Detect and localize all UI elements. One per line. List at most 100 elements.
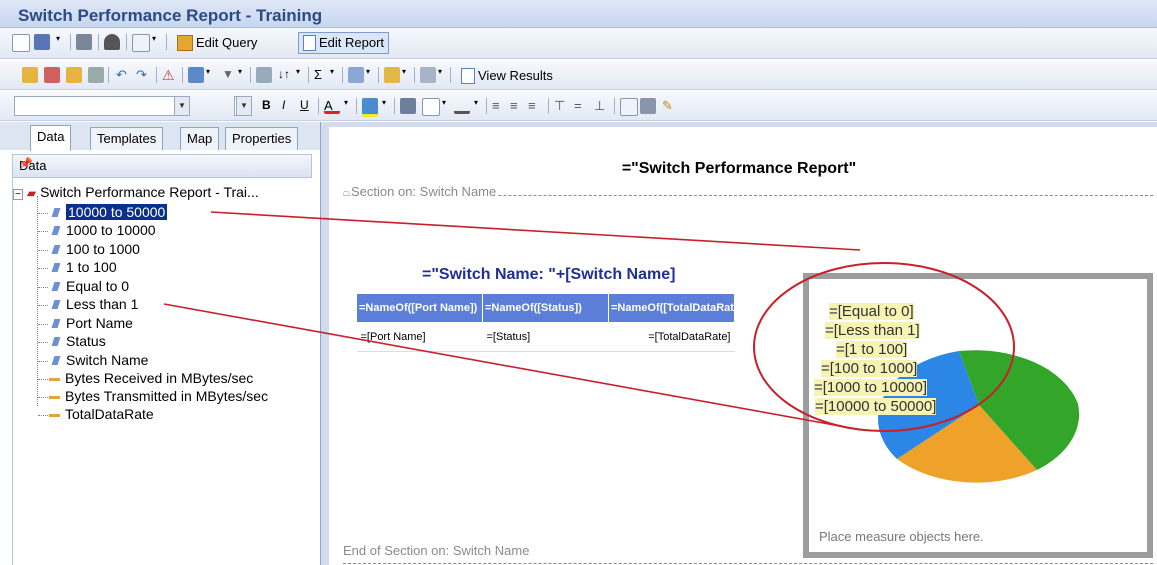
dropdown-arrow-icon[interactable]: ▾ bbox=[366, 67, 374, 83]
table-body-cell[interactable]: =[Port Name] bbox=[356, 322, 483, 352]
break-icon[interactable] bbox=[188, 67, 204, 83]
format-painter-icon[interactable] bbox=[88, 67, 104, 83]
edit-report-button[interactable]: Edit Report bbox=[298, 32, 390, 54]
tree-item-switch-name[interactable]: Switch Name bbox=[51, 352, 148, 369]
font-size-combo[interactable]: ▼ bbox=[234, 96, 252, 116]
grid-icon[interactable] bbox=[422, 98, 440, 116]
new-document-icon[interactable] bbox=[12, 34, 30, 52]
table-body-cell[interactable]: =[Status] bbox=[482, 322, 609, 352]
filter-icon[interactable]: ▼ bbox=[222, 67, 238, 83]
tree-item-less-than-1[interactable]: Less than 1 bbox=[51, 296, 138, 313]
tree-item-10000-to-50000[interactable]: 10000 to 50000 bbox=[51, 204, 168, 221]
table-body-cell[interactable]: =[TotalDataRate] bbox=[608, 322, 735, 352]
align-left-icon[interactable]: ≡ bbox=[492, 98, 508, 114]
dropdown-arrow-icon[interactable]: ▾ bbox=[152, 34, 160, 50]
align-top-icon[interactable]: ⊤ bbox=[554, 98, 570, 114]
data-panel-header: Data 📌 bbox=[12, 154, 312, 178]
dropdown-arrow-icon[interactable]: ▾ bbox=[238, 67, 246, 83]
insert-column-icon[interactable] bbox=[348, 67, 364, 83]
dropdown-arrow-icon[interactable]: ▾ bbox=[474, 98, 482, 114]
find-icon[interactable] bbox=[104, 34, 120, 50]
dropdown-arrow-icon[interactable]: ▾ bbox=[402, 67, 410, 83]
tree-item-bytes-received[interactable]: Bytes Received in MBytes/sec bbox=[49, 370, 253, 387]
dropdown-arrow-icon[interactable]: ▾ bbox=[56, 34, 64, 50]
print-icon[interactable] bbox=[76, 34, 92, 50]
undo-icon[interactable]: ↶ bbox=[116, 67, 132, 83]
dimension-icon bbox=[51, 208, 61, 217]
layer-icon[interactable] bbox=[384, 67, 400, 83]
table-header-cell[interactable]: =NameOf([Status]) bbox=[482, 293, 609, 323]
font-color-icon[interactable]: A bbox=[324, 98, 340, 114]
align-bottom-icon[interactable]: ⊥ bbox=[594, 98, 610, 114]
tree-item-bytes-transmitted[interactable]: Bytes Transmitted in MBytes/sec bbox=[49, 388, 268, 405]
report-canvas[interactable]: ="Switch Performance Report" ⏢Section on… bbox=[329, 127, 1157, 565]
tree-item-100-to-1000[interactable]: 100 to 1000 bbox=[51, 241, 140, 258]
chart-label[interactable]: =[1 to 100] bbox=[836, 341, 908, 358]
collapse-icon[interactable]: − bbox=[13, 189, 23, 200]
pin-icon[interactable]: 📌 bbox=[19, 157, 303, 170]
sort-icon[interactable]: ↓↑ bbox=[278, 67, 294, 83]
align-right-icon[interactable]: ≡ bbox=[528, 98, 544, 114]
tab-properties[interactable]: Properties bbox=[225, 127, 299, 150]
tree-item-1-to-100[interactable]: 1 to 100 bbox=[51, 259, 117, 276]
tab-data[interactable]: Data bbox=[30, 125, 72, 151]
chart-label[interactable]: =[10000 to 50000] bbox=[815, 398, 937, 415]
redo-icon[interactable]: ↷ bbox=[136, 67, 152, 83]
insert-icon[interactable] bbox=[22, 67, 38, 83]
dropdown-arrow-icon[interactable]: ▾ bbox=[344, 98, 352, 114]
align-middle-icon[interactable]: = bbox=[574, 98, 590, 114]
tree-root[interactable]: − ▰ Switch Performance Report - Trai... bbox=[13, 184, 259, 202]
alert-icon[interactable]: ⚠ bbox=[162, 67, 178, 83]
section-icon: ⏢ bbox=[343, 188, 351, 199]
view-structure-icon[interactable] bbox=[132, 34, 150, 52]
formula-icon[interactable] bbox=[44, 67, 60, 83]
font-name-combo[interactable]: ▼ bbox=[14, 96, 190, 116]
section-start-label[interactable]: ⏢Section on: Switch Name bbox=[343, 184, 499, 199]
underline-icon[interactable]: U bbox=[300, 98, 316, 114]
measure-icon bbox=[49, 413, 60, 417]
format-brush-icon[interactable]: ✎ bbox=[662, 98, 678, 114]
chart-label[interactable]: =[Less than 1] bbox=[825, 322, 920, 339]
variable-icon[interactable] bbox=[66, 67, 82, 83]
pie-chart-frame[interactable]: =[Equal to 0] =[Less than 1] =[1 to 100]… bbox=[803, 273, 1153, 558]
tab-templates[interactable]: Templates bbox=[90, 127, 164, 150]
align-center-icon[interactable]: ≡ bbox=[510, 98, 526, 114]
tab-map[interactable]: Map bbox=[180, 127, 220, 150]
dropdown-arrow-icon[interactable]: ▾ bbox=[330, 67, 338, 83]
wrap-text-icon[interactable] bbox=[620, 98, 638, 116]
dropdown-arrow-icon[interactable]: ▾ bbox=[296, 67, 304, 83]
edit-query-button[interactable]: Edit Query bbox=[172, 32, 262, 54]
section-end-label[interactable]: End of Section on: Switch Name bbox=[343, 543, 532, 558]
table-header-cell[interactable]: =NameOf([Port Name]) bbox=[356, 293, 483, 323]
tree-item-port-name[interactable]: Port Name bbox=[51, 315, 133, 332]
view-results-button[interactable]: View Results bbox=[456, 65, 558, 87]
report-area: ="Switch Performance Report" ⏢Section on… bbox=[321, 122, 1157, 565]
background-icon[interactable] bbox=[640, 98, 656, 114]
tree-item-status[interactable]: Status bbox=[51, 333, 106, 350]
save-icon[interactable] bbox=[34, 34, 50, 50]
chart-label[interactable]: =[100 to 1000] bbox=[821, 360, 918, 377]
chart-placeholder-text: Place measure objects here. bbox=[819, 529, 984, 544]
italic-icon[interactable]: I bbox=[282, 98, 298, 114]
chart-label[interactable]: =[Equal to 0] bbox=[829, 303, 914, 320]
fill-color-icon[interactable] bbox=[362, 98, 378, 117]
bold-icon[interactable]: B bbox=[262, 98, 278, 114]
left-panel: Data Templates Map Properties Data 📌 − ▰ S… bbox=[0, 122, 321, 565]
table-header-cell[interactable]: =NameOf([TotalDataRate]) bbox=[608, 293, 735, 323]
sum-icon[interactable]: Σ bbox=[314, 67, 330, 83]
dropdown-arrow-icon[interactable]: ▾ bbox=[382, 98, 390, 114]
report-table[interactable]: =NameOf([Port Name]) =NameOf([Status]) =… bbox=[356, 293, 735, 352]
tree-item-1000-to-10000[interactable]: 1000 to 10000 bbox=[51, 222, 156, 239]
align-icon[interactable] bbox=[420, 67, 436, 83]
group-icon[interactable] bbox=[256, 67, 272, 83]
tree-item-equal-to-0[interactable]: Equal to 0 bbox=[51, 278, 129, 295]
dropdown-arrow-icon[interactable]: ▾ bbox=[206, 67, 214, 83]
switch-name-cell[interactable]: ="Switch Name: "+[Switch Name] bbox=[422, 266, 675, 284]
chart-label[interactable]: =[1000 to 10000] bbox=[814, 379, 928, 396]
dropdown-arrow-icon[interactable]: ▾ bbox=[442, 98, 450, 114]
tree-item-totaldatarate[interactable]: TotalDataRate bbox=[49, 406, 154, 423]
border-icon[interactable] bbox=[400, 98, 416, 114]
report-title-cell[interactable]: ="Switch Performance Report" bbox=[589, 160, 889, 178]
dropdown-arrow-icon[interactable]: ▾ bbox=[438, 67, 446, 83]
line-style-icon[interactable] bbox=[454, 98, 470, 114]
